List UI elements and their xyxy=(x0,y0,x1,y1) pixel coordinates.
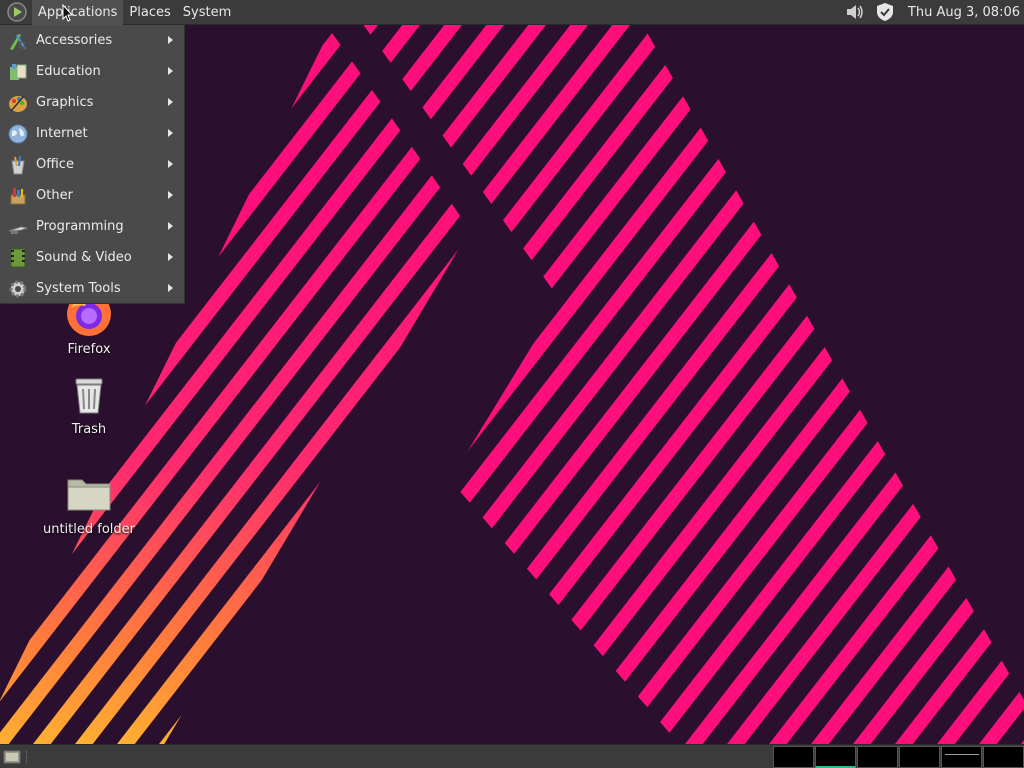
applications-dropdown: Accessories Education Graphics Internet xyxy=(0,25,185,304)
submenu-arrow-icon xyxy=(168,284,173,292)
education-icon xyxy=(7,61,29,83)
menu-item-accessories[interactable]: Accessories xyxy=(0,25,184,56)
menu-item-label: Accessories xyxy=(36,33,113,48)
workspace-3[interactable] xyxy=(857,746,898,768)
menu-item-label: Education xyxy=(36,64,101,79)
top-panel: Applications Places System Thu Aug 3, 08… xyxy=(0,0,1024,25)
accessories-icon xyxy=(7,30,29,52)
menu-item-sound-video[interactable]: Sound & Video xyxy=(0,242,184,273)
submenu-arrow-icon xyxy=(168,67,173,75)
other-icon xyxy=(7,185,29,207)
desktop-icon-label: untitled folder xyxy=(42,522,135,537)
applications-menu[interactable]: Applications xyxy=(32,0,124,25)
workspace-6[interactable] xyxy=(983,746,1024,768)
internet-icon xyxy=(7,123,29,145)
clock[interactable]: Thu Aug 3, 08:06 xyxy=(900,5,1024,20)
submenu-arrow-icon xyxy=(168,129,173,137)
menu-item-label: Sound & Video xyxy=(36,250,132,265)
desktop-icon-label: Firefox xyxy=(67,342,111,357)
show-desktop-icon[interactable] xyxy=(3,749,21,765)
workspace-1[interactable] xyxy=(773,746,814,768)
menu-item-label: Internet xyxy=(36,126,88,141)
workspace-window-thumb xyxy=(945,754,979,760)
workspace-2[interactable] xyxy=(815,746,856,768)
menu-item-label: Other xyxy=(36,188,73,203)
system-menu[interactable]: System xyxy=(177,0,237,25)
sound-video-icon xyxy=(7,247,29,269)
system-tray: Thu Aug 3, 08:06 xyxy=(840,0,1024,25)
menu-item-programming[interactable]: Programming xyxy=(0,211,184,242)
places-menu[interactable]: Places xyxy=(123,0,176,25)
shield-icon[interactable] xyxy=(874,1,896,23)
menu-item-graphics[interactable]: Graphics xyxy=(0,87,184,118)
volume-icon[interactable] xyxy=(844,1,866,23)
submenu-arrow-icon xyxy=(168,191,173,199)
mouse-cursor-icon xyxy=(62,4,74,22)
submenu-arrow-icon xyxy=(168,36,173,44)
programming-icon xyxy=(7,216,29,238)
desktop-icon-untitled-folder[interactable]: untitled folder xyxy=(34,470,144,537)
graphics-icon xyxy=(7,92,29,114)
menu-item-system-tools[interactable]: System Tools xyxy=(0,273,184,304)
submenu-arrow-icon xyxy=(168,160,173,168)
distro-logo-icon[interactable] xyxy=(6,1,28,23)
system-tools-icon xyxy=(7,278,29,300)
office-icon xyxy=(7,154,29,176)
submenu-arrow-icon xyxy=(168,98,173,106)
menu-item-internet[interactable]: Internet xyxy=(0,118,184,149)
menu-item-other[interactable]: Other xyxy=(0,180,184,211)
menu-item-label: Programming xyxy=(36,219,124,234)
desktop: Applications Places System Thu Aug 3, 08… xyxy=(0,0,1024,768)
workspace-5[interactable] xyxy=(941,746,982,768)
workspace-4[interactable] xyxy=(899,746,940,768)
bottom-panel xyxy=(0,744,1024,768)
panel-grip[interactable] xyxy=(26,751,29,763)
menu-item-label: Office xyxy=(36,157,74,172)
submenu-arrow-icon xyxy=(168,253,173,261)
desktop-icon-trash[interactable]: Trash xyxy=(34,370,144,437)
menu-item-label: Graphics xyxy=(36,95,94,110)
folder-icon xyxy=(67,479,111,511)
trash-icon xyxy=(75,378,103,414)
submenu-arrow-icon xyxy=(168,222,173,230)
menu-item-education[interactable]: Education xyxy=(0,56,184,87)
menu-item-label: System Tools xyxy=(36,281,121,296)
workspace-switcher xyxy=(773,746,1024,768)
menu-item-office[interactable]: Office xyxy=(0,149,184,180)
desktop-icon-label: Trash xyxy=(71,422,107,437)
